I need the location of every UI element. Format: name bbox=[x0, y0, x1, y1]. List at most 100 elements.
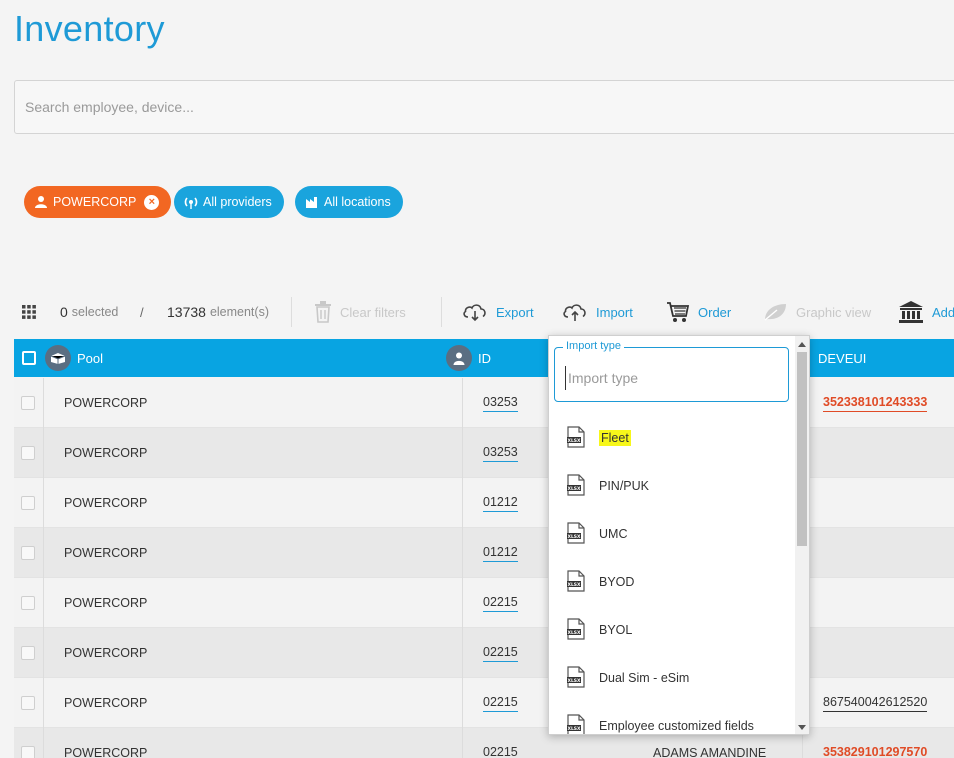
locations-filter-chip[interactable]: All locations bbox=[295, 186, 403, 218]
import-option-byol[interactable]: XLSX BYOL bbox=[549, 606, 794, 654]
id-column-header[interactable]: ID bbox=[446, 339, 491, 377]
row-checkbox[interactable] bbox=[21, 746, 35, 758]
table-header: Pool ID DEVEUI bbox=[14, 339, 954, 377]
table-body: POWERCORP 03253 352338101243333 POWERCOR… bbox=[14, 378, 954, 758]
selected-counter: 0 selected bbox=[60, 296, 118, 328]
table-row[interactable]: POWERCORP 02215 ADAMS AMANDINE 353829101… bbox=[14, 728, 954, 758]
clear-filters-label: Clear filters bbox=[340, 304, 406, 320]
row-checkbox[interactable] bbox=[21, 396, 35, 410]
id-link[interactable]: 02215 bbox=[483, 695, 518, 712]
org-user-icon bbox=[35, 196, 47, 208]
id-header-label: ID bbox=[478, 350, 491, 366]
deveui-value[interactable]: 352338101243333 bbox=[823, 395, 928, 412]
factory-icon bbox=[306, 197, 317, 208]
import-option-label: Dual Sim - eSim bbox=[599, 671, 690, 685]
id-link[interactable]: 02215 bbox=[483, 745, 518, 758]
deveui-value[interactable]: 867540042612520 bbox=[823, 695, 928, 712]
xlsx-file-icon: XLSX bbox=[567, 521, 585, 547]
element-counter: 13738 element(s) bbox=[167, 296, 269, 328]
import-option-employee-fields[interactable]: XLSX Employee customized fields bbox=[549, 702, 794, 734]
deveui-value[interactable]: 353829101297570 bbox=[823, 745, 927, 758]
import-option-label: BYOD bbox=[599, 575, 635, 589]
row-checkbox[interactable] bbox=[21, 546, 35, 560]
id-link[interactable]: 02215 bbox=[483, 645, 518, 662]
clear-filters-button[interactable]: Clear filters bbox=[314, 296, 406, 328]
import-type-input[interactable] bbox=[565, 366, 775, 390]
svg-text:XLSX: XLSX bbox=[567, 581, 581, 587]
order-label: Order bbox=[698, 304, 732, 320]
dropdown-scrollbar[interactable] bbox=[795, 336, 809, 734]
xlsx-file-icon: XLSX bbox=[567, 473, 585, 499]
table-toolbar: 0 selected / 13738 element(s) Clear filt… bbox=[14, 296, 954, 328]
cloud-upload-icon bbox=[563, 304, 586, 321]
import-option-byod[interactable]: XLSX BYOD bbox=[549, 558, 794, 606]
user-icon bbox=[446, 345, 472, 371]
id-link[interactable]: 03253 bbox=[483, 445, 518, 462]
svg-text:XLSX: XLSX bbox=[567, 437, 581, 443]
providers-filter-chip[interactable]: All providers bbox=[174, 186, 284, 218]
scroll-down-icon[interactable] bbox=[798, 725, 806, 730]
count-divider: / bbox=[140, 304, 144, 320]
add-button[interactable]: Add bbox=[898, 296, 954, 328]
scroll-up-icon[interactable] bbox=[798, 342, 806, 347]
pool-column-header[interactable]: Pool bbox=[45, 339, 103, 377]
search-bar[interactable] bbox=[14, 80, 954, 134]
pool-cell: POWERCORP bbox=[64, 746, 148, 758]
import-option-label: PIN/PUK bbox=[599, 479, 650, 493]
order-button[interactable]: Order bbox=[666, 296, 731, 328]
org-filter-label: POWERCORP bbox=[53, 195, 137, 209]
table-row[interactable]: POWERCORP 03253 352338101243333 bbox=[14, 378, 954, 428]
import-option-fleet[interactable]: XLSX Fleet bbox=[549, 414, 794, 462]
svg-text:XLSX: XLSX bbox=[567, 677, 581, 683]
import-type-dropdown[interactable]: Import type XLSX Fleet XLSX PIN/PUK XLSX… bbox=[548, 335, 810, 735]
import-type-label: Import type bbox=[563, 340, 625, 352]
svg-text:XLSX: XLSX bbox=[567, 485, 581, 491]
table-row[interactable]: POWERCORP 02215 867540042612520 bbox=[14, 678, 954, 728]
import-option-label: Fleet bbox=[599, 430, 631, 446]
pool-cell: POWERCORP bbox=[64, 496, 148, 510]
import-option-pin-puk[interactable]: XLSX PIN/PUK bbox=[549, 462, 794, 510]
table-row[interactable]: POWERCORP 01212 bbox=[14, 528, 954, 578]
table-row[interactable]: POWERCORP 02215 bbox=[14, 578, 954, 628]
row-checkbox[interactable] bbox=[21, 496, 35, 510]
svg-text:XLSX: XLSX bbox=[567, 725, 581, 731]
table-row[interactable]: POWERCORP 03253 bbox=[14, 428, 954, 478]
pool-box-icon bbox=[45, 345, 71, 371]
graphic-view-button[interactable]: Graphic view bbox=[762, 296, 871, 328]
deveui-column-header[interactable]: DEVEUI bbox=[818, 339, 866, 377]
trash-icon bbox=[315, 301, 331, 323]
select-all-checkbox[interactable] bbox=[22, 339, 36, 377]
import-button[interactable]: Import bbox=[562, 296, 633, 328]
row-checkbox[interactable] bbox=[21, 446, 35, 460]
bank-icon bbox=[899, 301, 923, 323]
svg-text:XLSX: XLSX bbox=[567, 533, 581, 539]
elements-label: element(s) bbox=[209, 305, 269, 319]
scrollbar-thumb[interactable] bbox=[797, 352, 807, 546]
cloud-download-icon bbox=[463, 304, 486, 322]
providers-filter-label: All providers bbox=[203, 195, 272, 209]
row-checkbox[interactable] bbox=[21, 696, 35, 710]
export-label: Export bbox=[496, 304, 534, 320]
close-icon[interactable]: × bbox=[144, 194, 160, 210]
toolbar-divider bbox=[291, 297, 292, 327]
row-checkbox[interactable] bbox=[21, 596, 35, 610]
import-type-field[interactable]: Import type bbox=[554, 340, 789, 402]
pool-header-label: Pool bbox=[77, 350, 104, 366]
import-option-dual-sim[interactable]: XLSX Dual Sim - eSim bbox=[549, 654, 794, 702]
table-row[interactable]: POWERCORP 02215 bbox=[14, 628, 954, 678]
id-link[interactable]: 03253 bbox=[483, 395, 518, 412]
id-link[interactable]: 02215 bbox=[483, 595, 518, 612]
table-row[interactable]: POWERCORP 01212 bbox=[14, 478, 954, 528]
id-link[interactable]: 01212 bbox=[483, 495, 518, 512]
pool-cell: POWERCORP bbox=[64, 396, 148, 410]
org-filter-chip[interactable]: POWERCORP × bbox=[24, 186, 172, 218]
pool-cell: POWERCORP bbox=[64, 696, 148, 710]
grid-menu-icon[interactable] bbox=[22, 296, 36, 328]
search-input[interactable] bbox=[15, 81, 954, 133]
id-link[interactable]: 01212 bbox=[483, 545, 518, 562]
row-checkbox[interactable] bbox=[21, 646, 35, 660]
cart-icon bbox=[667, 302, 690, 322]
selected-count: 0 bbox=[60, 304, 68, 320]
import-option-umc[interactable]: XLSX UMC bbox=[549, 510, 794, 558]
export-button[interactable]: Export bbox=[462, 296, 534, 328]
